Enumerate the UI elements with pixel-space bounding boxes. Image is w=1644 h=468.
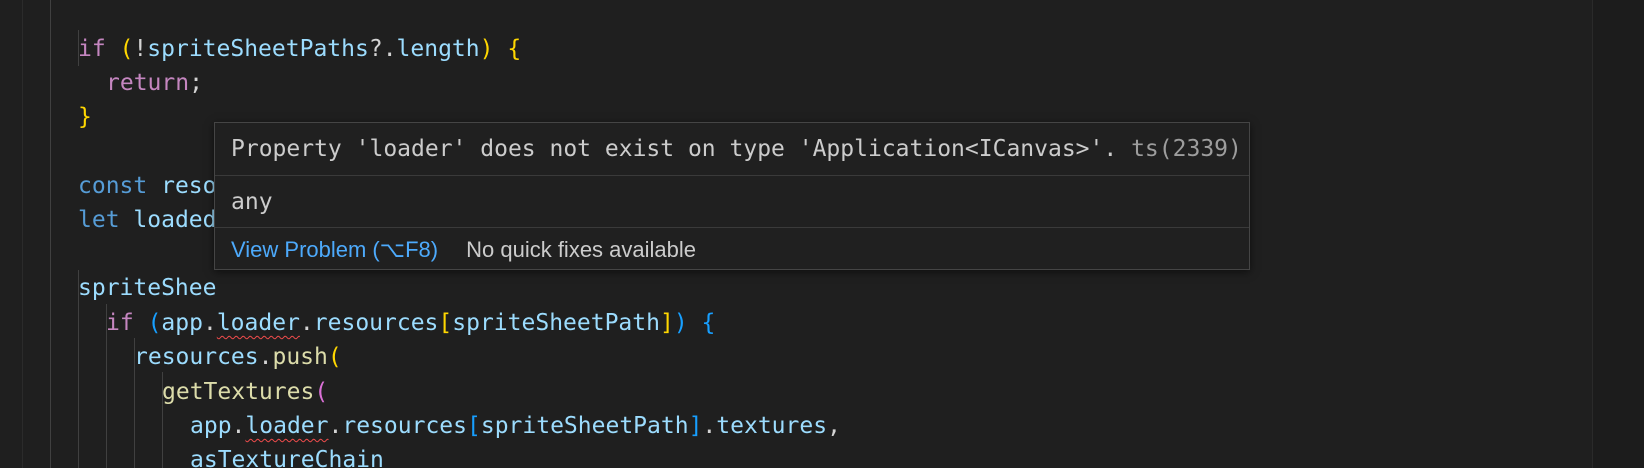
hover-actions-bar: View Problem (⌥F8) No quick fixes availab… [215, 227, 1249, 269]
error-squiggle: loader [245, 413, 329, 439]
error-message: Property 'loader' does not exist on type… [231, 136, 1118, 162]
code-line: if (!spriteSheetPaths?.length) { [78, 36, 522, 62]
code-line: asTextureChain [190, 447, 384, 468]
minimap[interactable] [1592, 0, 1644, 468]
error-hover-tooltip: Property 'loader' does not exist on type… [214, 122, 1250, 270]
code-line: } [78, 104, 92, 130]
code-line: return; [106, 70, 203, 96]
view-problem-link[interactable]: View Problem (⌥F8) [231, 237, 438, 262]
type-preview: any [215, 175, 1249, 227]
code-editor[interactable]: if (!spriteSheetPaths?.length) { return;… [0, 0, 1592, 468]
code-line: let loaded [78, 207, 217, 233]
code-line: app.loader.resources[spriteSheetPath].te… [190, 413, 841, 439]
hover-message-row: Property 'loader' does not exist on type… [215, 123, 1249, 175]
code-line: spriteShee [78, 275, 217, 301]
code-line: resources.push( [134, 344, 342, 370]
code-line: const reso [78, 173, 217, 199]
no-quick-fixes-label: No quick fixes available [466, 237, 697, 262]
error-squiggle: loader [216, 310, 300, 336]
code-line: getTextures( [162, 379, 329, 405]
error-code: ts(2339) [1131, 136, 1242, 162]
code-line: if (app.loader.resources[spriteSheetPath… [106, 310, 716, 336]
